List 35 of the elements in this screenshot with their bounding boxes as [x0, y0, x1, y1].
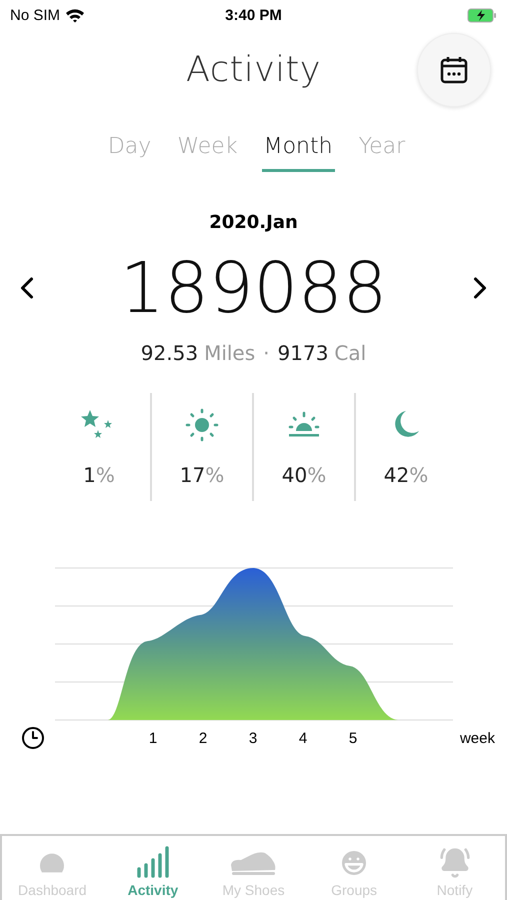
carrier-label: No SIM [10, 6, 60, 24]
period-tab[interactable]: Month [262, 128, 335, 172]
page-title: Activity [185, 50, 322, 90]
x-axis-unit: week [460, 730, 495, 746]
separator-dot: · [263, 341, 270, 365]
x-axis-label: 4 [298, 730, 308, 746]
stat-percentage: 1 [83, 463, 96, 487]
calorie-value: 9173 [278, 341, 328, 365]
percent-sign: % [205, 463, 224, 487]
period-tab[interactable]: Day [106, 128, 154, 172]
battery-charging-icon [467, 8, 497, 22]
clock-icon [21, 726, 45, 750]
distance-unit: Miles [204, 341, 256, 365]
x-axis-label: 2 [198, 730, 208, 746]
percent-sign: % [409, 463, 428, 487]
stat-percentage: 40 [282, 463, 308, 487]
distance-value: 92.53 [140, 341, 198, 365]
tab-bar-item[interactable]: Activity [102, 836, 204, 900]
percent-sign: % [307, 463, 326, 487]
period-tab[interactable]: Year [356, 128, 408, 172]
bar-chart-icon [136, 845, 170, 879]
percent-sign: % [96, 463, 115, 487]
step-count: 189088 [118, 247, 388, 329]
period-label: 2020.Jan [208, 212, 299, 233]
bell-icon [438, 847, 471, 879]
wifi-icon [65, 8, 86, 22]
stat-percentage: 42 [384, 463, 410, 487]
stat-percentage: 17 [180, 463, 206, 487]
x-axis-label: 1 [148, 730, 158, 746]
period-tab[interactable]: Week [175, 128, 240, 172]
status-time: 3:40 PM [225, 6, 282, 24]
x-axis-label: 5 [348, 730, 358, 746]
x-axis-label: 3 [248, 730, 258, 746]
calendar-icon [439, 55, 469, 85]
calorie-unit: Cal [334, 341, 366, 365]
